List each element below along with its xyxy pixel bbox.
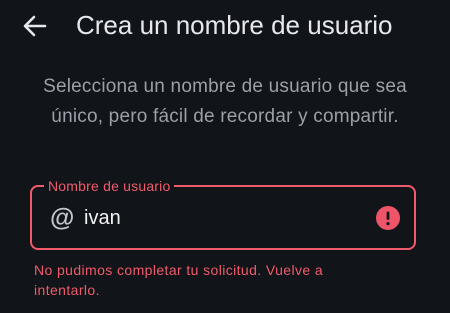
error-message-line-2: intentarlo. bbox=[34, 282, 100, 298]
description-text: Selecciona un nombre de usuario que sea … bbox=[20, 72, 430, 132]
username-field[interactable]: Nombre de usuario @ bbox=[30, 177, 416, 250]
error-icon bbox=[376, 206, 400, 230]
top-app-bar: Crea un nombre de usuario bbox=[0, 0, 450, 52]
description-line-1: Selecciona un nombre de usuario que sea bbox=[43, 76, 407, 97]
create-username-screen: Crea un nombre de usuario Selecciona un … bbox=[0, 0, 450, 313]
exclamation-icon bbox=[386, 211, 390, 226]
description-line-2: único, pero fácil de recordar y comparti… bbox=[51, 106, 399, 127]
error-message-line-1: No pudimos completar tu solicitud. Vuelv… bbox=[34, 262, 324, 278]
username-input[interactable] bbox=[84, 204, 374, 232]
back-button[interactable] bbox=[18, 10, 52, 42]
username-field-label: Nombre de usuario bbox=[44, 177, 175, 195]
error-message: No pudimos completar tu solicitud. Vuelv… bbox=[34, 260, 424, 300]
at-sign-icon: @ bbox=[50, 204, 75, 232]
arrow-left-icon bbox=[23, 15, 47, 37]
page-title: Crea un nombre de usuario bbox=[76, 10, 393, 40]
